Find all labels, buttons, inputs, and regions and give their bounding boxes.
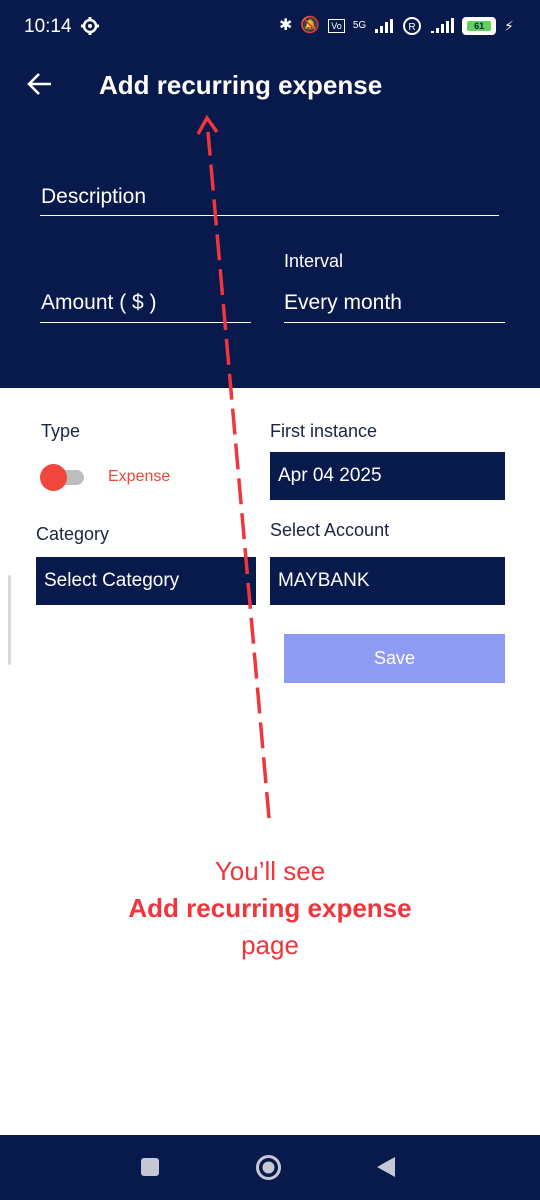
description-input[interactable]: Description [41, 185, 146, 209]
type-label: Type [41, 421, 81, 441]
gear-icon [81, 17, 99, 35]
category-select[interactable]: Select Category [36, 557, 256, 605]
type-toggle[interactable] [40, 464, 86, 491]
roaming-icon: R [403, 17, 422, 35]
page-title: Add recurring expense [99, 70, 383, 100]
home-icon[interactable] [255, 1154, 282, 1181]
volte-icon: Vo [328, 19, 345, 33]
scrollbar [8, 575, 11, 665]
svg-text:R: R [409, 22, 416, 33]
mute-icon: 🔕 [300, 17, 321, 34]
system-nav-bar [0, 1135, 540, 1200]
interval-underline [284, 322, 505, 323]
account-select[interactable]: MAYBANK [270, 557, 505, 605]
charging-icon: ⚡ [504, 18, 514, 34]
first-instance-date-picker[interactable]: Apr 04 2025 [270, 452, 505, 500]
save-button[interactable]: Save [284, 634, 505, 683]
interval-select[interactable]: Every month [284, 291, 402, 315]
amount-input[interactable]: Amount ( $ ) [41, 291, 157, 315]
annotation-line-1: You’ll see [214, 856, 326, 886]
type-value: Expense [108, 468, 171, 485]
status-time: 10:14 [24, 16, 72, 37]
back-arrow-icon[interactable] [26, 70, 54, 98]
status-icons: ✱ 🔕 Vo 5G R 61 ⚡ [279, 14, 514, 38]
amount-underline [40, 322, 251, 323]
annotation-line-3: page [241, 930, 299, 960]
bluetooth-icon: ✱ [278, 17, 293, 34]
first-instance-label: First instance [270, 421, 378, 441]
battery-level: 61 [467, 21, 492, 31]
app-header: 10:14 ✱ 🔕 Vo 5G R 61 ⚡ Add recurring exp… [0, 0, 540, 388]
signal-icon [375, 19, 394, 33]
account-label: Select Account [270, 520, 390, 540]
annotation-line-2: Add recurring expense [128, 893, 412, 923]
recents-icon[interactable] [140, 1157, 160, 1177]
interval-label: Interval [284, 251, 344, 271]
status-bar: 10:14 ✱ 🔕 Vo 5G R 61 ⚡ [0, 0, 540, 52]
signal-icon [431, 18, 455, 33]
back-nav-icon[interactable] [375, 1156, 397, 1178]
description-underline [40, 215, 499, 216]
battery-icon: 61 [462, 17, 497, 35]
toggle-thumb [40, 464, 67, 491]
network-type-label: 5G [352, 20, 367, 31]
category-label: Category [36, 524, 110, 544]
